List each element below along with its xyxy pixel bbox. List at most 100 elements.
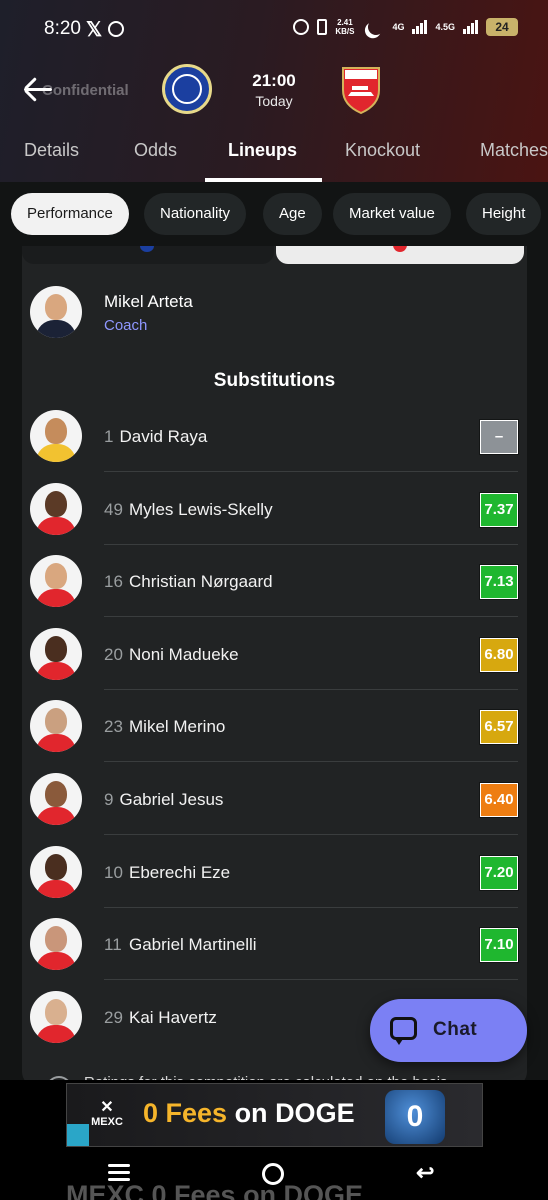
coach-row[interactable]: Mikel Arteta Coach [30, 286, 510, 340]
player-rating-badge: – [479, 419, 519, 455]
player-number: 29 [104, 1007, 123, 1027]
player-row[interactable]: 10 Eberechi Eze 7.20 [30, 836, 519, 908]
player-rating-badge: 6.57 [479, 709, 519, 746]
match-tabs: Details Odds Lineups Knockout Matches [0, 126, 548, 182]
coach-avatar [30, 286, 82, 338]
match-header: Confidential 21:00 Today [0, 60, 548, 120]
player-avatar [30, 918, 82, 971]
player-avatar [30, 773, 82, 825]
player-number: 49 [104, 499, 123, 519]
chip-performance[interactable]: Performance [11, 193, 129, 235]
player-rating-badge: 7.13 [479, 564, 519, 601]
player-name: Gabriel Martinelli [129, 935, 257, 955]
player-rating-badge: 6.40 [479, 782, 519, 818]
signal-icon-2 [463, 20, 478, 34]
kickoff-day: Today [255, 93, 293, 109]
player-number: 20 [104, 644, 123, 664]
filter-chips: Performance Nationality Age Market value… [0, 182, 548, 246]
battery-icon: 24 [486, 18, 518, 36]
chip-nationality[interactable]: Nationality [144, 193, 247, 235]
alarm-icon [293, 19, 310, 35]
system-nav-bar: ↩ [0, 1150, 548, 1200]
lineup-panel: Mikel Arteta Coach Substitutions 1 David … [22, 246, 527, 1086]
player-row[interactable]: 1 David Raya – [30, 400, 519, 472]
player-rating-badge: 7.37 [479, 491, 519, 528]
status-bar: 8:20 𝕏 2.41 KB/S 4G 4.5G 24 [0, 0, 548, 60]
team-toggle-home[interactable] [22, 246, 274, 264]
tab-knockout[interactable]: Knockout [345, 140, 420, 161]
hotspot-icon [108, 21, 124, 37]
ad-headline: 0 Fees on DOGE [143, 1098, 355, 1129]
chip-height[interactable]: Height [466, 193, 542, 235]
player-avatar [30, 555, 82, 608]
signal-icon-1 [412, 20, 428, 34]
vibrate-icon [317, 19, 328, 35]
player-avatar [30, 482, 82, 535]
player-name: Gabriel Jesus [119, 790, 224, 809]
player-avatar [30, 700, 82, 753]
tab-lineups[interactable]: Lineups [228, 140, 297, 161]
recent-apps-icon[interactable] [108, 1164, 130, 1182]
tab-odds[interactable]: Odds [134, 140, 177, 161]
ad-brand: MEXC [91, 1116, 123, 1128]
arsenal-mini-crest-icon [393, 246, 407, 252]
network-speed-value: 2.41 [337, 18, 353, 27]
x-app-icon: 𝕏 [86, 19, 103, 41]
player-number: 16 [104, 572, 123, 592]
chat-button[interactable]: Chat [370, 999, 527, 1062]
coach-name: Mikel Arteta [104, 292, 193, 311]
player-row[interactable]: 16 Christian Nørgaard 7.13 [30, 545, 519, 618]
back-nav-icon[interactable]: ↩ [416, 1162, 438, 1184]
player-rating-badge: 7.10 [479, 927, 519, 964]
ad-choices-icon[interactable] [67, 1124, 89, 1146]
player-name: David Raya [119, 427, 208, 446]
arsenal-crest-icon[interactable] [340, 66, 382, 114]
player-number: 1 [104, 427, 114, 446]
chat-bubble-icon [390, 1017, 417, 1045]
mexc-logo: ✕ MEXC [91, 1099, 123, 1129]
ad-headline-fees: 0 Fees [143, 1098, 235, 1128]
player-number: 11 [104, 935, 122, 955]
player-name: Eberechi Eze [129, 862, 231, 882]
ad-coin-graphic: 0 [385, 1090, 445, 1144]
network-speed-unit: KB/S [335, 27, 355, 36]
player-row[interactable]: 9 Gabriel Jesus 6.40 [30, 763, 519, 835]
network-speed: 2.41 KB/S [335, 18, 354, 36]
player-number: 9 [104, 790, 114, 809]
chelsea-mini-crest-icon [140, 246, 154, 252]
player-number: 23 [104, 717, 123, 737]
player-number: 10 [104, 862, 123, 882]
player-name: Kai Havertz [129, 1007, 217, 1027]
player-name: Christian Nørgaard [129, 572, 273, 592]
player-row[interactable]: 49 Myles Lewis-Skelly 7.37 [30, 473, 519, 545]
player-rating-badge: 7.20 [479, 854, 519, 891]
kickoff-time: 21:00 [252, 71, 296, 90]
chip-age[interactable]: Age [263, 193, 322, 235]
chelsea-crest-icon[interactable] [162, 64, 212, 114]
back-arrow-icon[interactable] [20, 74, 54, 104]
chip-market-value[interactable]: Market value [333, 193, 451, 235]
player-row[interactable]: 23 Mikel Merino 6.57 [30, 690, 519, 763]
ad-headline-doge: DOGE [275, 1098, 355, 1128]
tab-matches[interactable]: Matches [480, 140, 548, 161]
team-toggle-away[interactable] [276, 246, 524, 264]
player-avatar [30, 627, 82, 680]
confidential-watermark: Confidential [42, 82, 129, 99]
ad-headline-on: on [234, 1098, 276, 1128]
player-row[interactable]: 11 Gabriel Martinelli 7.10 [30, 908, 519, 981]
ad-banner[interactable]: ✕ MEXC 0 Fees on DOGE 0 [66, 1083, 483, 1147]
team-toggle [22, 246, 527, 266]
tab-details[interactable]: Details [24, 140, 79, 161]
network-type-2: 4.5G [435, 22, 455, 32]
coach-role: Coach [104, 317, 148, 334]
do-not-disturb-icon [366, 17, 387, 38]
status-icons: 2.41 KB/S 4G 4.5G 24 [293, 18, 518, 36]
player-name: Noni Madueke [129, 644, 239, 664]
player-name: Mikel Merino [129, 717, 226, 737]
player-avatar [30, 845, 82, 898]
player-row[interactable]: 20 Noni Madueke 6.80 [30, 618, 519, 690]
home-icon[interactable] [262, 1163, 284, 1185]
player-avatar [30, 410, 82, 462]
player-avatar [30, 990, 82, 1043]
status-time: 8:20 [44, 18, 81, 39]
